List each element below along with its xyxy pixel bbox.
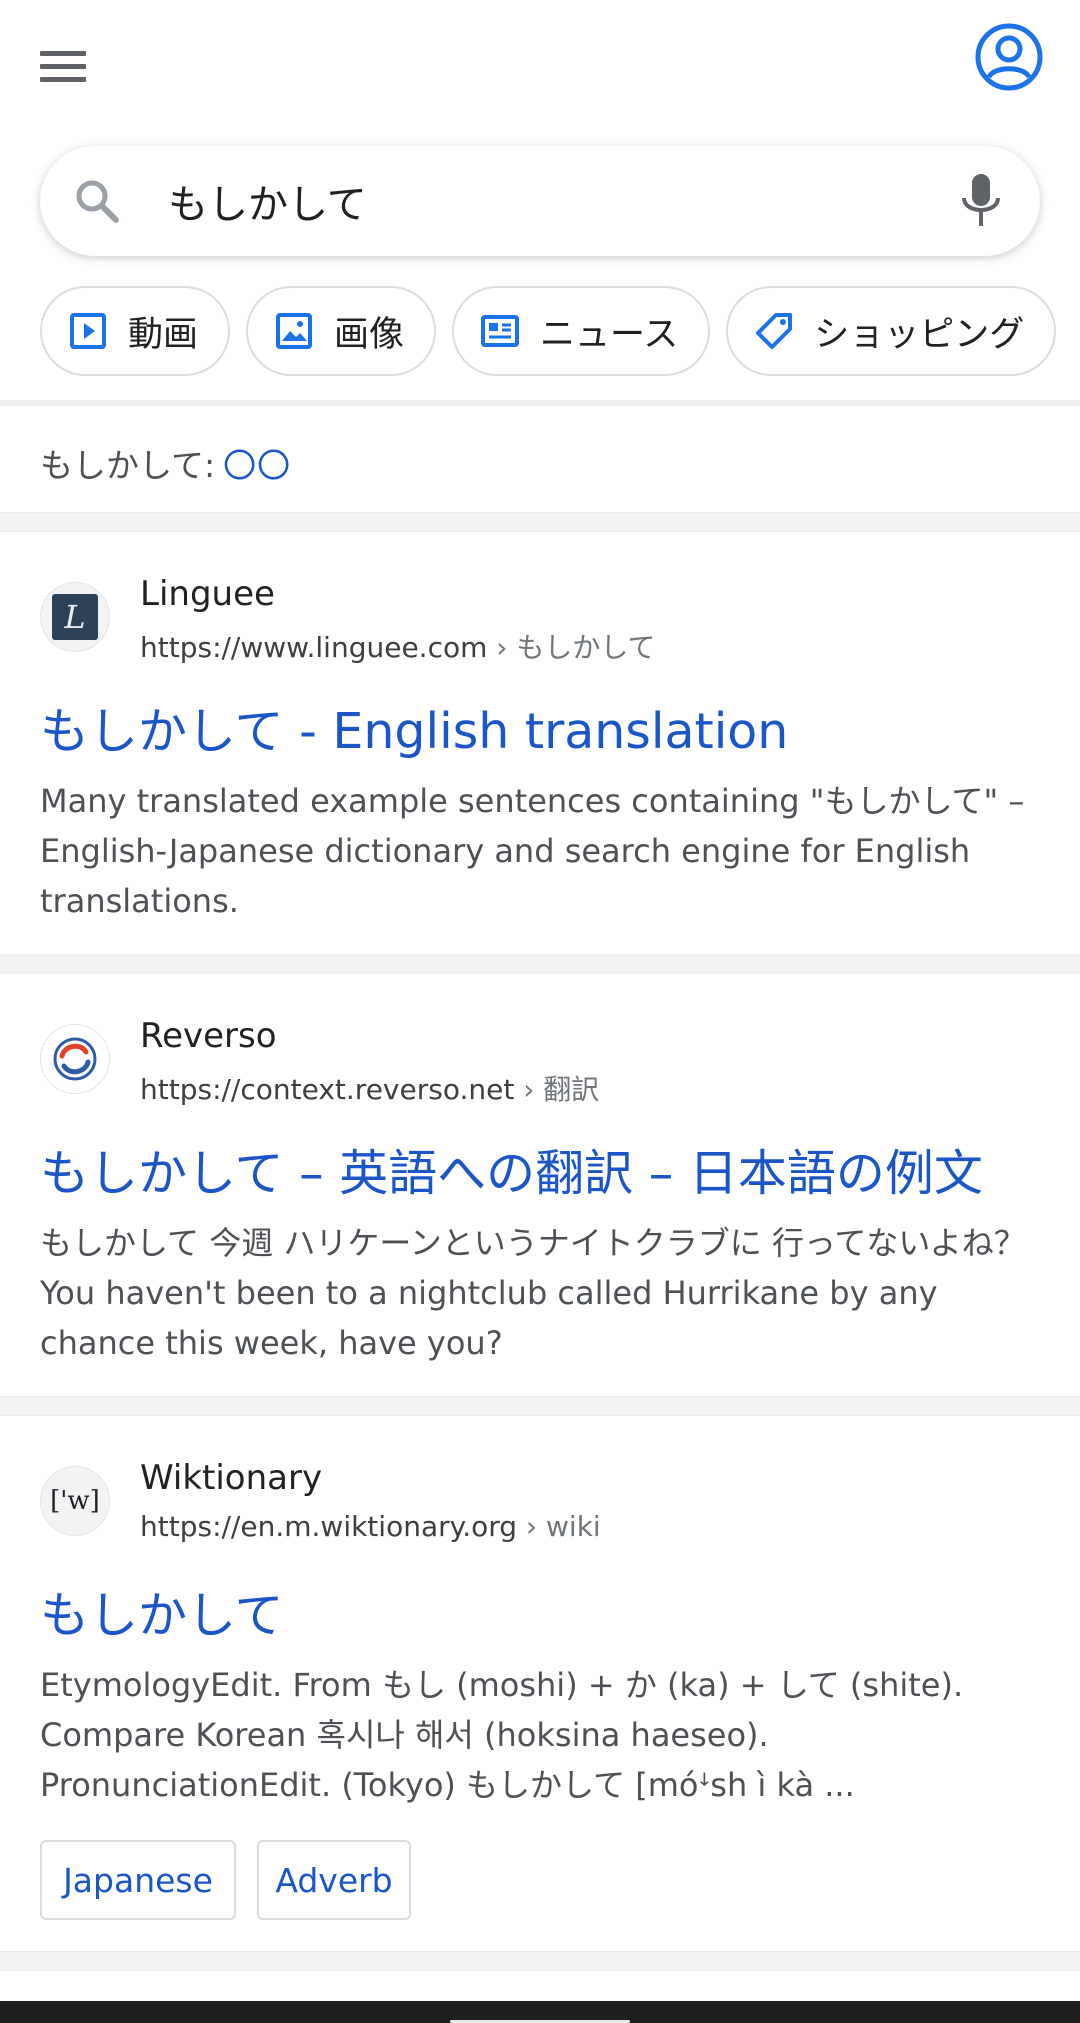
chip-label: ショッピング [814,314,1025,355]
result-snippet: もしかして 今週 ハリケーンというナイトクラブに 行ってないよね？ You ha… [40,1224,1026,1362]
top-bar [0,0,1080,130]
tag-adverb[interactable]: Adverb [257,1840,411,1920]
result-snippet: Many translated example sentences contai… [40,782,1025,920]
url-breadcrumb: › wiki [517,1510,601,1543]
chip-shopping[interactable]: ショッピング [726,286,1057,376]
url-breadcrumb: › もしかして [487,631,656,664]
chip-label: 画像 [334,314,405,355]
chip-label: 動画 [128,314,199,355]
url-host: https://en.m.wiktionary.org [140,1510,518,1543]
filter-chips: 動画 画像 ニュース ショッピング [40,286,1057,376]
chip-news[interactable]: ニュース [452,286,711,376]
news-icon [481,315,520,347]
divider [0,400,1080,406]
chip-videos[interactable]: 動画 [40,286,231,376]
wiktionary-logo-mark: ['w] [50,1486,100,1516]
result-title-link[interactable]: もしかして [40,1576,284,1647]
search-box[interactable] [40,146,1040,256]
video-icon [70,313,106,349]
search-result: L Linguee https://www.linguee.com › もしかし… [0,532,1080,954]
chip-images[interactable]: 画像 [246,286,437,376]
account-icon[interactable] [974,22,1044,92]
url-breadcrumb: › 翻訳 [514,1073,600,1106]
search-result: ['w] Wiktionary https://en.m.wiktionary.… [0,1416,1080,1951]
result-separator [0,512,1080,532]
hamburger-menu-icon[interactable] [40,40,110,92]
search-result: Reverso https://context.reverso.net › 翻訳… [0,974,1080,1396]
did-you-mean-prefix: もしかして: [40,446,216,485]
did-you-mean-link[interactable]: 〇〇 [223,439,291,487]
result-title-link[interactable]: もしかして - English translation [40,692,788,763]
system-navigation-bar [0,2001,1080,2023]
site-url[interactable]: https://context.reverso.net › 翻訳 [140,1068,599,1108]
site-name[interactable]: Reverso [140,1016,277,1056]
did-you-mean: もしかして: 〇〇 [40,438,291,488]
site-url[interactable]: https://www.linguee.com › もしかして [140,626,656,666]
linguee-logo-mark: L [52,594,98,640]
tag-icon [756,313,793,349]
image-icon [276,313,313,349]
reverso-logo-icon [40,1024,110,1094]
result-snippet: EtymologyEdit. From もし (moshi) + か (ka) … [40,1666,964,1804]
result-separator [0,954,1080,974]
result-separator [0,1951,1080,1971]
site-url[interactable]: https://en.m.wiktionary.org › wiki [140,1510,601,1543]
site-name[interactable]: Linguee [140,574,275,614]
site-name[interactable]: Wiktionary [140,1458,322,1498]
url-host: https://context.reverso.net [140,1073,515,1106]
result-separator [0,1396,1080,1416]
wiktionary-logo-icon: ['w] [40,1466,110,1536]
linguee-logo-icon: L [40,582,110,652]
url-host: https://www.linguee.com [140,631,488,664]
tag-japanese[interactable]: Japanese [40,1840,236,1920]
microphone-icon[interactable] [956,172,1006,230]
search-icon[interactable] [72,176,122,226]
result-title-link[interactable]: もしかして – 英語への翻訳 – 日本語の例文 [40,1134,983,1205]
chip-label: ニュース [540,314,679,355]
search-input[interactable] [168,168,948,234]
